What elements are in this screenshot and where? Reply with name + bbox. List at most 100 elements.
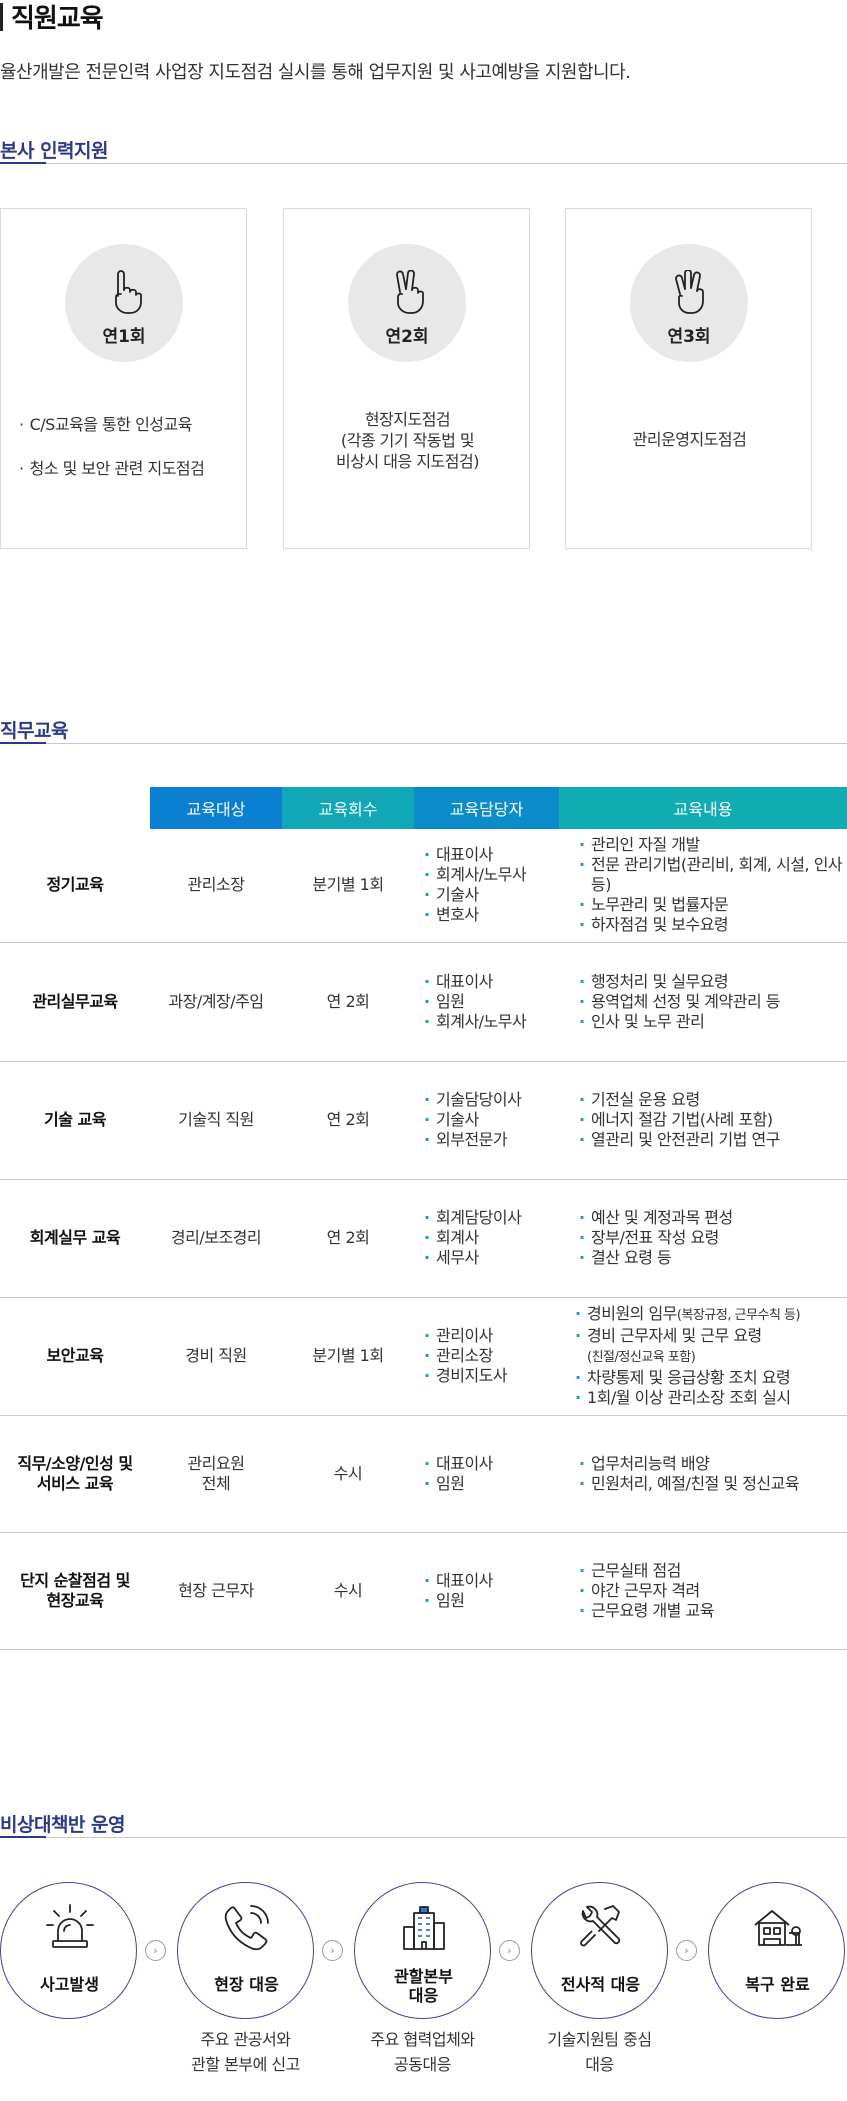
job-training-table: 교육대상 교육회수 교육담당자 교육내용 정기교육 관리소장 분기별 1회 대표… [0,787,847,1650]
count-cell: 분기별 1회 [282,1297,414,1416]
target-line: 경리/보조경리 [170,1228,262,1247]
content-item: 에너지 절감 기법(사례 포함) [577,1110,847,1130]
content-cell: 근무실태 점검 야간 근무자 격려 근무요령 개별 교육 [559,1532,847,1650]
frequency-label: 연1회 [102,327,146,347]
step-label: 관할본부 대응 [355,1967,492,2005]
staff-cell: 대표이사 임원 [414,1532,559,1650]
emergency-section-title: 비상대책반 운영 [0,1814,125,1836]
count-cell: 수시 [282,1415,414,1533]
support-card-1: 연1회 C/S교육을 통한 인성교육 청소 및 보안 관련 지도점검 [0,208,247,549]
content-item: 야간 근무자 격려 [577,1581,847,1601]
staff-cell: 대표이사 회계사/노무사 기술사 변호사 [414,829,559,943]
content-item: 용역업체 선정 및 계약관리 등 [577,992,847,1012]
support-section-title: 본사 인력지원 [0,140,109,162]
target-cell: 경비 직원 [150,1297,282,1416]
staff-item: 관리이사 [422,1326,559,1346]
chevron-right-icon: › [499,1940,520,1961]
content-item: 관리인 자질 개발 [577,835,847,855]
content-item: 노무관리 및 법률자문 [577,895,847,915]
process-step-accident: 사고발생 [0,1882,137,2019]
staff-item: 회계사 [422,1228,559,1248]
count-cell: 분기별 1회 [282,829,414,943]
card-description-list: C/S교육을 통한 인성교육 청소 및 보안 관련 지도점검 [19,411,205,499]
program-name-line: 현장교육 [46,1590,104,1610]
content-item: 하자점검 및 보수요령 [577,915,847,935]
staff-item: 임원 [422,1474,559,1494]
program-name-line: 관리실무교육 [32,991,118,1011]
process-step-company-response: 전사적 대응 기술지원팀 중심 대응 [531,1882,668,2077]
staff-item: 변호사 [422,905,559,925]
frequency-badge: 연2회 [348,244,466,362]
target-cell: 현장 근무자 [150,1532,282,1650]
siren-icon [46,1904,94,1948]
program-name-line: 회계실무 교육 [29,1228,121,1247]
content-item: 결산 요령 등 [577,1248,847,1268]
target-cell: 경리/보조경리 [150,1179,282,1298]
frequency-label: 연3회 [667,327,711,347]
content-cell: 관리인 자질 개발 전문 관리기법(관리비, 회계, 시설, 인사 등) 노무관… [559,829,847,943]
header-count: 교육회수 [282,787,414,829]
staff-item: 임원 [422,992,559,1012]
card-description-line: 관리운영지도점검 [632,430,747,449]
step-description-line: 기술지원팀 중심 [547,2030,652,2049]
building-icon [403,1906,445,1950]
staff-item: 대표이사 [422,972,559,992]
step-label-line: 관할본부 [394,1967,453,1986]
step-circle: 전사적 대응 [531,1882,668,2019]
chevron-right-icon: › [145,1940,166,1961]
table-row: 관리실무교육 과장/계장/주임 연 2회 대표이사 임원 회계사/노무사 행정처… [0,942,847,1062]
header-target: 교육대상 [150,787,282,829]
process-step-field-response: 현장 대응 주요 관공서와 관할 본부에 신고 [177,1882,314,2077]
section-underline [0,742,46,744]
content-item: 경비 근무자세 및 근무 요령 (친절/정신교육 포함) [573,1326,847,1368]
program-name-line: 기술 교육 [44,1110,106,1129]
step-description-line: 공동대응 [394,2055,451,2074]
content-item: 경비원의 임무(복장규정, 근무수칙 등) [573,1304,847,1326]
intro-text: 율산개발은 전문인력 사업장 지도점검 실시를 통해 업무지원 및 사고예방을 … [0,62,631,83]
content-text: 경비원의 임무 [587,1304,677,1323]
section-underline [0,1836,46,1838]
content-note: (친절/정신교육 포함) [587,1350,696,1365]
target-cell: 기술직 직원 [150,1061,282,1180]
title-bar [0,2,3,31]
target-line: 과장/계장/주임 [168,991,264,1011]
section-underline [0,162,46,164]
header-content: 교육내용 [559,787,847,829]
support-section-header: 본사 인력지원 [0,140,847,164]
program-name-line: 단지 순찰점검 및 [20,1570,130,1590]
target-line: 현장 근무자 [178,1580,254,1600]
card-description-line: 현장지도점검 [364,410,451,429]
table-row: 기술 교육 기술직 직원 연 2회 기술담당이사 기술사 외부전문가 기전실 운… [0,1061,847,1180]
tools-icon [580,1905,621,1947]
frequency-badge: 연1회 [65,244,183,362]
program-name: 보안교육 [0,1297,150,1416]
program-name-line: 서비스 교육 [36,1473,114,1493]
content-item: 1회/월 이상 관리소장 조회 실시 [573,1388,847,1408]
support-card-2: 연2회 현장지도점검 (각종 기기 작동법 및 비상시 대응 지도점검) [283,208,530,549]
count-cell: 연 2회 [282,1179,414,1298]
content-item: 차량통제 및 응급상황 조치 요령 [573,1368,847,1388]
step-label-line: 대응 [408,1986,439,2005]
table-row: 회계실무 교육 경리/보조경리 연 2회 회계담당이사 회계사 세무사 예산 및… [0,1179,847,1298]
content-text: 경비 근무자세 및 근무 요령 [587,1326,762,1345]
step-circle: 복구 완료 [708,1882,845,2019]
content-item: 예산 및 계정과목 편성 [577,1208,847,1228]
chevron-right-icon: › [322,1940,343,1961]
header-blank [0,787,150,829]
target-cell: 관리요원 전체 [150,1415,282,1533]
table-row: 보안교육 경비 직원 분기별 1회 관리이사 관리소장 경비지도사 경비원의 임… [0,1297,847,1416]
content-item: 열관리 및 안전관리 기법 연구 [577,1130,847,1150]
job-section-title: 직무교육 [0,720,68,742]
staff-item: 관리소장 [422,1346,559,1366]
content-item: 업무처리능력 배양 [577,1454,847,1474]
count-cell: 연 2회 [282,1061,414,1180]
staff-item: 회계담당이사 [422,1208,559,1228]
step-description-line: 대응 [585,2055,614,2074]
page-title: 직원교육 [0,0,104,34]
content-item: 근무요령 개별 교육 [577,1601,847,1621]
target-line: 관리요원 [187,1453,245,1473]
three-finger-hand-icon [675,270,704,314]
program-name-line: 정기교육 [46,875,104,895]
card-description-item: 청소 및 보안 관련 지도점검 [19,455,205,479]
program-name-line: 직무/소양/인성 및 [17,1453,133,1473]
